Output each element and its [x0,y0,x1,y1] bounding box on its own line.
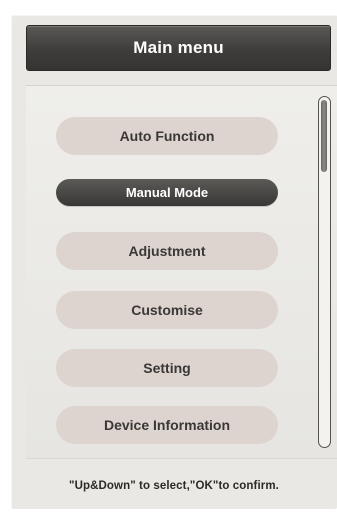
menu-screen: Main menu Auto Function Manual Mode Adju… [11,15,337,509]
scrollbar-thumb[interactable] [321,100,327,172]
title-bar: Main menu [26,25,331,71]
menu-item-manual-mode[interactable]: Manual Mode [56,179,278,206]
menu-item-label: Adjustment [128,243,206,259]
scrollbar[interactable] [318,96,331,448]
menu-item-setting[interactable]: Setting [56,349,278,387]
menu-list: Auto Function Manual Mode Adjustment Cus… [26,85,337,459]
page-title: Main menu [133,38,224,57]
menu-item-label: Device Information [103,417,231,433]
menu-item-device-information[interactable]: Device Information [56,406,278,444]
menu-item-label: Manual Mode [125,185,209,200]
menu-item-adjustment[interactable]: Adjustment [56,232,278,270]
menu-item-label: Setting [143,360,191,376]
menu-item-label: Customise [131,302,203,318]
menu-item-auto-function[interactable]: Auto Function [56,117,278,155]
footer-hint: "Up&Down" to select,"OK"to confirm. [69,480,279,492]
menu-item-label: Auto Function [119,128,215,144]
menu-item-customise[interactable]: Customise [56,291,278,329]
device-frame: Main menu Auto Function Manual Mode Adju… [0,0,337,519]
